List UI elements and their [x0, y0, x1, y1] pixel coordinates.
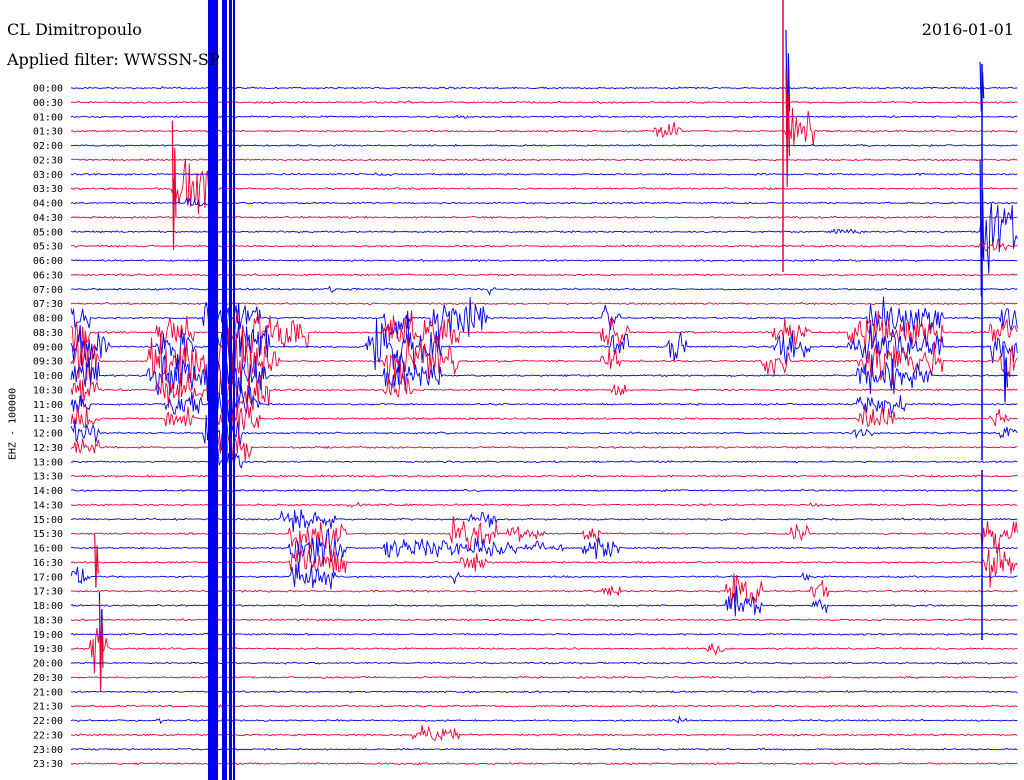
date-label: 2016-01-01 — [921, 20, 1014, 39]
helicorder-view: 00:00 00:30 01:00 01:30 02:00 02:30 03:00 03:30… — [0, 0, 1024, 780]
time-label: 16:00 — [33, 544, 63, 555]
helicorder-plot: 00:00 00:30 01:00 01:30 02:00 02:30 03:00 03:30… — [33, 0, 1018, 780]
time-label: 08:00 — [33, 314, 63, 325]
time-label: 10:00 — [33, 371, 63, 382]
time-label: 03:30 — [33, 184, 63, 195]
time-label: 11:30 — [33, 414, 63, 425]
time-label: 18:00 — [33, 601, 63, 612]
time-label: 02:00 — [33, 141, 63, 152]
time-label: 05:30 — [33, 242, 63, 253]
time-label: 21:30 — [33, 702, 63, 713]
time-label: 01:00 — [33, 112, 63, 123]
saturated-band — [222, 0, 227, 780]
time-label: 09:30 — [33, 357, 63, 368]
time-label: 21:00 — [33, 687, 63, 698]
time-label: 08:30 — [33, 328, 63, 339]
time-label: 16:30 — [33, 558, 63, 569]
time-label: 02:30 — [33, 155, 63, 166]
time-label: 06:00 — [33, 256, 63, 267]
time-label: 17:00 — [33, 572, 63, 583]
time-label: 17:30 — [33, 587, 63, 598]
time-label: 19:00 — [33, 630, 63, 641]
time-label: 12:30 — [33, 443, 63, 454]
event-spike — [1003, 345, 1008, 403]
event-spike — [94, 534, 99, 588]
time-label: 22:30 — [33, 730, 63, 741]
time-label: 06:30 — [33, 270, 63, 281]
saturated-band — [233, 0, 235, 780]
time-label: 18:30 — [33, 615, 63, 626]
time-label: 04:00 — [33, 199, 63, 210]
time-label: 22:00 — [33, 716, 63, 727]
saturated-band — [208, 0, 218, 780]
time-label: 11:00 — [33, 400, 63, 411]
time-label: 04:30 — [33, 213, 63, 224]
filter-label: Applied filter: WWSSN-SP — [7, 50, 220, 69]
time-label: 13:00 — [33, 457, 63, 468]
time-label: 14:00 — [33, 486, 63, 497]
time-label: 07:30 — [33, 299, 63, 310]
time-label: 07:00 — [33, 285, 63, 296]
time-label: 23:00 — [33, 745, 63, 756]
time-label: 05:00 — [33, 227, 63, 238]
time-label: 20:00 — [33, 659, 63, 670]
time-label: 20:30 — [33, 673, 63, 684]
saturated-band — [229, 0, 232, 780]
time-label: 10:30 — [33, 385, 63, 396]
time-label: 00:00 — [33, 84, 63, 95]
time-label: 15:30 — [33, 529, 63, 540]
time-label: 09:00 — [33, 342, 63, 353]
time-label: 12:00 — [33, 429, 63, 440]
time-label: 19:30 — [33, 644, 63, 655]
time-label: 15:00 — [33, 515, 63, 526]
time-label: 13:30 — [33, 472, 63, 483]
axis-label: EHZ - 100000 — [7, 387, 19, 461]
time-label: 01:30 — [33, 127, 63, 138]
station-title: CL Dimitropoulo — [7, 20, 142, 39]
time-label: 14:30 — [33, 500, 63, 511]
time-label: 23:30 — [33, 759, 63, 770]
time-label: 00:30 — [33, 98, 63, 109]
event-spike — [171, 120, 177, 250]
time-label: 03:00 — [33, 170, 63, 181]
